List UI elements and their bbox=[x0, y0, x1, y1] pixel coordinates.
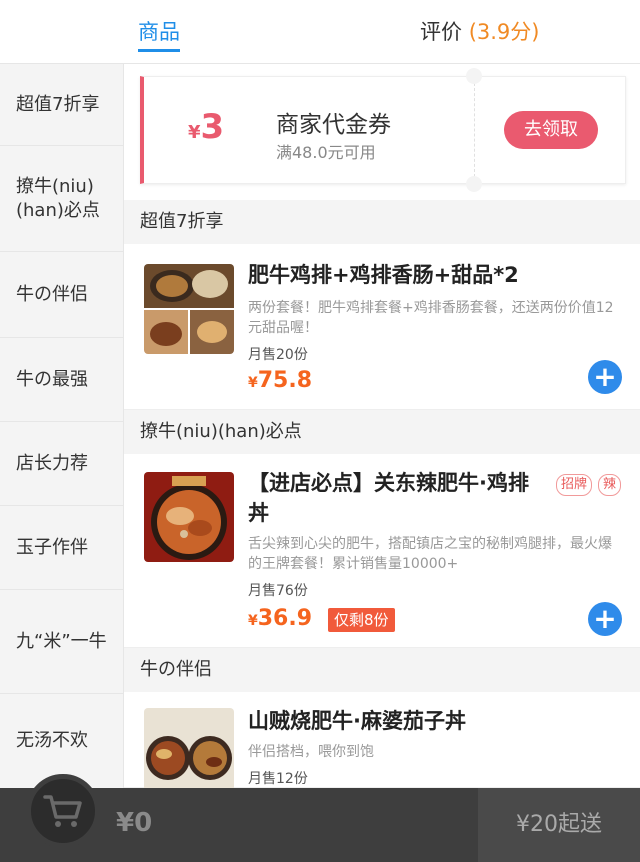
product-name: 【进店必点】关东辣肥牛·鸡排丼 bbox=[248, 471, 529, 525]
product-price: ¥36.9 bbox=[248, 606, 312, 631]
coupon-amount: ¥3 bbox=[188, 107, 224, 147]
coupon-card: ¥3 商家代金券 满48.0元可用 去领取 bbox=[140, 68, 626, 192]
coupon-divider bbox=[474, 83, 475, 177]
currency-symbol: ¥ bbox=[248, 375, 258, 391]
cart-icon bbox=[43, 795, 82, 827]
section-header: 撩牛(niu)(han)必点 bbox=[124, 410, 640, 454]
sidebar-item-label: 超值7折享 bbox=[16, 93, 100, 115]
sidebar-item-label: 玉子作伴 bbox=[16, 536, 88, 558]
review-score: (3.9分) bbox=[468, 20, 540, 44]
product-sales: 月售12份 bbox=[248, 771, 308, 787]
product-list: ¥3 商家代金券 满48.0元可用 去领取 超值7折享 肥牛鸡排+鸡排香肠+甜品… bbox=[124, 64, 640, 788]
tab-reviews-label: 评价 bbox=[420, 20, 462, 44]
coupon-notch-top bbox=[466, 68, 482, 84]
add-to-cart-button[interactable]: + bbox=[588, 360, 622, 394]
currency-symbol: ¥ bbox=[248, 613, 258, 629]
product-sales: 月售76份 bbox=[248, 583, 308, 599]
price-value: 75.8 bbox=[257, 368, 313, 393]
stock-badge: 仅剩8份 bbox=[328, 608, 395, 632]
sidebar-item-label: 九“米”一牛 bbox=[16, 630, 107, 652]
product-name: 肥牛鸡排+鸡排香肠+甜品*2 bbox=[248, 263, 519, 287]
product-name: 山贼烧肥牛·麻婆茄子丼 bbox=[248, 709, 466, 733]
cart-total: ¥0 bbox=[116, 808, 153, 838]
add-to-cart-button[interactable]: + bbox=[588, 602, 622, 636]
sidebar-item-egg[interactable]: 玉子作伴 bbox=[0, 506, 124, 590]
tab-reviews[interactable]: 评价 (3.9分) bbox=[420, 0, 539, 64]
sidebar-item-label: 牛の伴侣 bbox=[16, 283, 88, 305]
sidebar-item-label: 无汤不欢 bbox=[16, 730, 88, 751]
product-description: 两份套餐！肥牛鸡排套餐+鸡排香肠套餐，还送两份价值12元甜品喔！ bbox=[248, 300, 614, 336]
sidebar-item-manager-pick[interactable]: 店长力荐 bbox=[0, 422, 124, 506]
sidebar-item-label: 撩牛(niu)(han)必点 bbox=[16, 175, 100, 221]
cart-bar: ¥0 ¥20起送 bbox=[0, 774, 640, 862]
sidebar-item-strongest[interactable]: 牛の最强 bbox=[0, 338, 124, 422]
coupon-title: 商家代金券 bbox=[276, 112, 391, 138]
cart-button[interactable] bbox=[26, 774, 100, 848]
product-image bbox=[144, 264, 234, 354]
section-header: 超值7折享 bbox=[124, 200, 640, 244]
coupon-notch-bottom bbox=[466, 176, 482, 192]
product-item[interactable]: 【进店必点】关东辣肥牛·鸡排丼 招牌 辣 舌尖辣到心尖的肥牛，搭配镇店之宝的秘制… bbox=[124, 454, 640, 648]
coupon-value: 3 bbox=[200, 107, 225, 147]
top-tabs: 商品 评价 (3.9分) bbox=[0, 0, 640, 64]
product-description: 伴侣搭档，喂你到饱 bbox=[248, 744, 374, 760]
price-value: 36.9 bbox=[257, 606, 313, 631]
product-image bbox=[144, 708, 234, 788]
sidebar-item-label: 牛の最强 bbox=[16, 368, 88, 390]
sidebar-item-rice[interactable]: 九“米”一牛 bbox=[0, 590, 124, 694]
product-description: 舌尖辣到心尖的肥牛，搭配镇店之宝的秘制鸡腿排，最火爆的王牌套餐！累计销售量100… bbox=[248, 536, 612, 572]
product-sales: 月售20份 bbox=[248, 347, 308, 363]
min-order-button[interactable]: ¥20起送 bbox=[478, 788, 640, 862]
section-header: 牛の伴侣 bbox=[124, 648, 640, 692]
signature-tag: 招牌 bbox=[556, 474, 593, 496]
spicy-tag: 辣 bbox=[598, 474, 622, 496]
tab-goods[interactable]: 商品 bbox=[138, 0, 180, 64]
product-image bbox=[144, 472, 234, 562]
product-item[interactable]: 山贼烧肥牛·麻婆茄子丼 伴侣搭档，喂你到饱 月售12份 bbox=[124, 692, 640, 788]
product-item[interactable]: 肥牛鸡排+鸡排香肠+甜品*2 两份套餐！肥牛鸡排套餐+鸡排香肠套餐，还送两份价值… bbox=[124, 244, 640, 410]
tab-goods-label: 商品 bbox=[138, 20, 180, 44]
coupon-condition: 满48.0元可用 bbox=[276, 143, 376, 162]
claim-coupon-button[interactable]: 去领取 bbox=[504, 111, 598, 149]
currency-symbol: ¥ bbox=[188, 122, 201, 143]
category-sidebar: 超值7折享 撩牛(niu)(han)必点 牛の伴侣 牛の最强 店长力荐 玉子作伴… bbox=[0, 64, 124, 788]
sidebar-item-companion[interactable]: 牛の伴侣 bbox=[0, 252, 124, 338]
product-price: ¥75.8 bbox=[248, 368, 312, 393]
sidebar-item-must-order[interactable]: 撩牛(niu)(han)必点 bbox=[0, 146, 124, 252]
active-tab-underline bbox=[138, 49, 180, 52]
sidebar-item-discount[interactable]: 超值7折享 bbox=[0, 64, 124, 146]
sidebar-item-label: 店长力荐 bbox=[16, 452, 88, 474]
